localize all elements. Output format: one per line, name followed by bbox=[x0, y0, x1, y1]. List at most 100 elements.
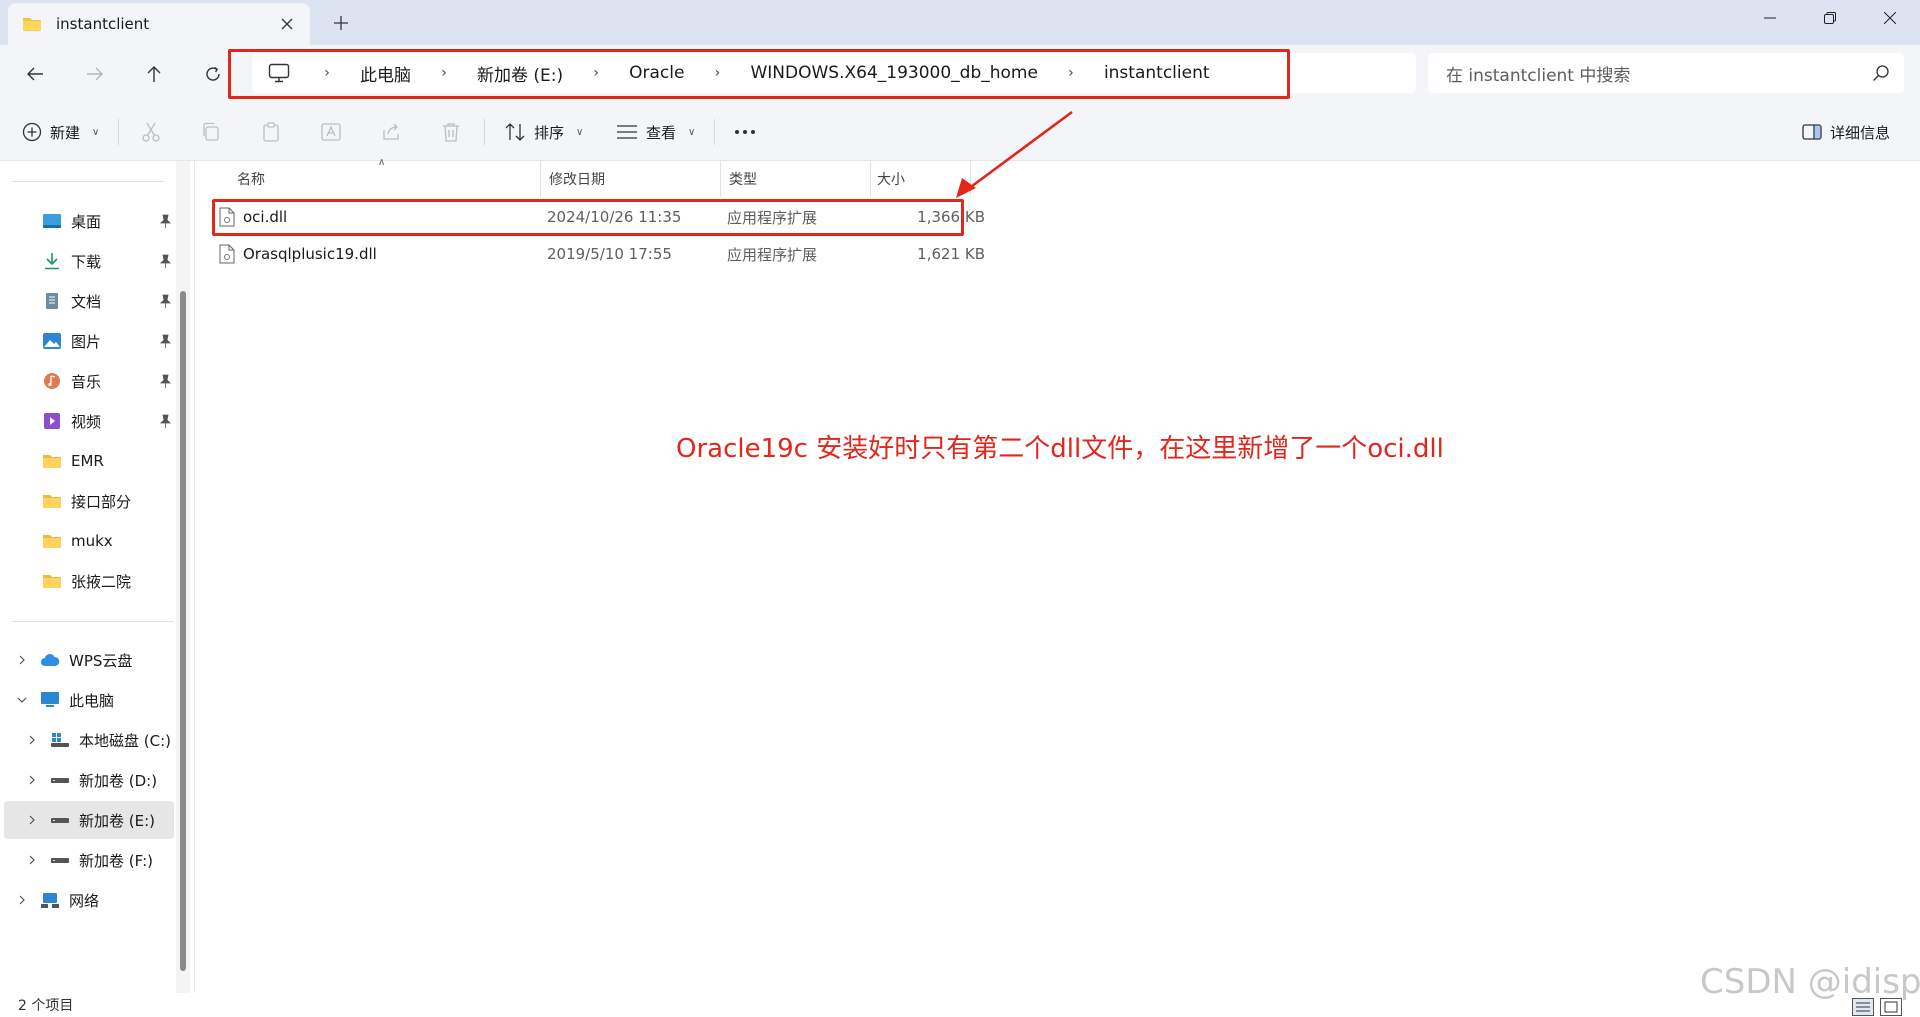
sidebar-item-zhangye[interactable]: 张掖二院 bbox=[0, 562, 176, 600]
tab-instantclient[interactable]: instantclient bbox=[8, 3, 310, 45]
details-pane-icon bbox=[1802, 124, 1822, 140]
file-highlight-box bbox=[212, 199, 964, 236]
pin-icon[interactable] bbox=[159, 374, 172, 388]
file-size-cell: 1,621 KB bbox=[917, 245, 985, 263]
details-view-button[interactable] bbox=[1852, 998, 1874, 1016]
network-icon bbox=[41, 893, 59, 908]
details-pane-button[interactable]: 详细信息 bbox=[1802, 117, 1890, 147]
plus-icon bbox=[334, 16, 348, 30]
list-view-icon bbox=[617, 125, 637, 139]
more-options-button[interactable] bbox=[734, 117, 756, 147]
file-list[interactable]: ∧ 名称 修改日期 类型 大小 oci.dll 2024/10/26 11:35… bbox=[194, 157, 1920, 993]
chevron-right-icon[interactable] bbox=[16, 894, 28, 906]
arrow-right-icon bbox=[87, 67, 103, 81]
chevron-right-icon[interactable] bbox=[26, 814, 38, 826]
music-icon bbox=[44, 373, 60, 389]
view-toggle bbox=[1852, 998, 1902, 1016]
chevron-right-icon[interactable] bbox=[16, 654, 28, 666]
share-icon[interactable] bbox=[380, 121, 402, 143]
refresh-button[interactable] bbox=[196, 57, 230, 91]
pin-icon[interactable] bbox=[159, 214, 172, 228]
sidebar-item-interface[interactable]: 接口部分 bbox=[0, 482, 176, 520]
sidebar-item-drive-d[interactable]: 新加卷 (D:) bbox=[0, 761, 176, 799]
forward-button[interactable] bbox=[78, 57, 112, 91]
new-button[interactable]: 新建 ∨ bbox=[22, 117, 99, 147]
file-row[interactable]: Orasqlplusic19.dll 2019/5/10 17:55 应用程序扩… bbox=[215, 237, 995, 271]
navigation-pane[interactable]: 桌面 下载 文档 图片 音乐 视频 EMR 接口部分 mukx 张掖二院 WPS… bbox=[0, 161, 192, 993]
chevron-down-icon: ∨ bbox=[688, 126, 696, 138]
download-icon bbox=[45, 253, 59, 270]
sidebar-item-mukx[interactable]: mukx bbox=[0, 522, 176, 560]
sidebar-item-network[interactable]: 网络 bbox=[0, 881, 176, 919]
sidebar-item-downloads[interactable]: 下载 bbox=[0, 242, 176, 280]
video-icon bbox=[44, 413, 60, 429]
sort-button[interactable]: 排序 ∨ bbox=[504, 117, 583, 147]
status-bar: 2 个项目 bbox=[0, 993, 1920, 1017]
sidebar-item-drive-e[interactable]: 新加卷 (E:) bbox=[4, 801, 174, 839]
item-count: 2 个项目 bbox=[18, 998, 74, 1014]
cut-icon[interactable] bbox=[140, 121, 162, 143]
sidebar-item-this-pc[interactable]: 此电脑 bbox=[0, 681, 176, 719]
column-header-name[interactable]: 名称 bbox=[195, 161, 541, 197]
thumbnail-view-button[interactable] bbox=[1880, 998, 1902, 1016]
title-bar: instantclient bbox=[0, 0, 1920, 45]
watermark: CSDN @idisp bbox=[1700, 962, 1920, 1002]
drive-icon bbox=[51, 778, 69, 783]
search-placeholder: 在 instantclient 中搜索 bbox=[1446, 65, 1631, 86]
column-header-type[interactable]: 类型 bbox=[721, 161, 871, 197]
pin-icon[interactable] bbox=[159, 294, 172, 308]
chevron-right-icon[interactable] bbox=[26, 734, 38, 746]
trash-icon[interactable] bbox=[440, 121, 462, 143]
chevron-down-icon[interactable] bbox=[16, 694, 28, 706]
pin-icon[interactable] bbox=[159, 254, 172, 268]
pin-icon[interactable] bbox=[159, 414, 172, 428]
file-modified-cell: 2019/5/10 17:55 bbox=[547, 245, 672, 263]
chevron-right-icon[interactable] bbox=[26, 774, 38, 786]
sidebar-item-desktop[interactable]: 桌面 bbox=[0, 202, 176, 240]
close-icon bbox=[281, 18, 293, 30]
sidebar-item-wps-cloud[interactable]: WPS云盘 bbox=[0, 641, 176, 679]
up-button[interactable] bbox=[137, 57, 171, 91]
details-view-icon bbox=[1856, 1002, 1870, 1012]
new-tab-button[interactable] bbox=[328, 10, 354, 36]
thumbnail-view-icon bbox=[1884, 1001, 1898, 1013]
toolbar-divider bbox=[484, 119, 485, 145]
close-window-button[interactable] bbox=[1860, 0, 1920, 36]
column-header-modified[interactable]: 修改日期 bbox=[541, 161, 721, 197]
paste-icon[interactable] bbox=[260, 121, 282, 143]
view-button[interactable]: 查看 ∨ bbox=[616, 117, 695, 147]
sort-icon bbox=[505, 123, 525, 141]
search-input[interactable]: 在 instantclient 中搜索 bbox=[1428, 53, 1904, 93]
sidebar-divider bbox=[12, 621, 174, 622]
back-button[interactable] bbox=[18, 57, 52, 91]
folder-icon bbox=[43, 455, 61, 468]
sidebar-item-music[interactable]: 音乐 bbox=[0, 362, 176, 400]
pin-icon[interactable] bbox=[159, 334, 172, 348]
minimize-icon bbox=[1764, 17, 1776, 19]
computer-icon bbox=[41, 692, 59, 707]
sidebar-item-pictures[interactable]: 图片 bbox=[0, 322, 176, 360]
restore-button[interactable] bbox=[1800, 0, 1860, 36]
toolbar-divider bbox=[714, 119, 715, 145]
sidebar-item-videos[interactable]: 视频 bbox=[0, 402, 176, 440]
sidebar-item-drive-f[interactable]: 新加卷 (F:) bbox=[0, 841, 176, 879]
copy-icon[interactable] bbox=[200, 121, 222, 143]
search-icon bbox=[1873, 65, 1889, 81]
file-name-cell[interactable]: Orasqlplusic19.dll bbox=[219, 237, 377, 271]
rename-icon[interactable] bbox=[320, 121, 342, 143]
sidebar-scrollbar-thumb[interactable] bbox=[180, 291, 186, 971]
sidebar-item-documents[interactable]: 文档 bbox=[0, 282, 176, 320]
sidebar-item-drive-c[interactable]: 本地磁盘 (C:) bbox=[0, 721, 176, 759]
restore-icon bbox=[1824, 12, 1836, 24]
folder-icon bbox=[43, 535, 61, 548]
chevron-down-icon: ∨ bbox=[576, 126, 584, 138]
close-icon bbox=[1884, 12, 1896, 24]
chevron-right-icon[interactable] bbox=[26, 854, 38, 866]
more-icon bbox=[735, 130, 755, 134]
sidebar-item-emr[interactable]: EMR bbox=[0, 442, 176, 480]
drive-icon bbox=[51, 818, 69, 823]
arrow-up-icon bbox=[147, 66, 161, 82]
minimize-button[interactable] bbox=[1740, 0, 1800, 36]
dll-file-icon bbox=[219, 244, 235, 264]
close-tab-button[interactable] bbox=[276, 13, 298, 35]
